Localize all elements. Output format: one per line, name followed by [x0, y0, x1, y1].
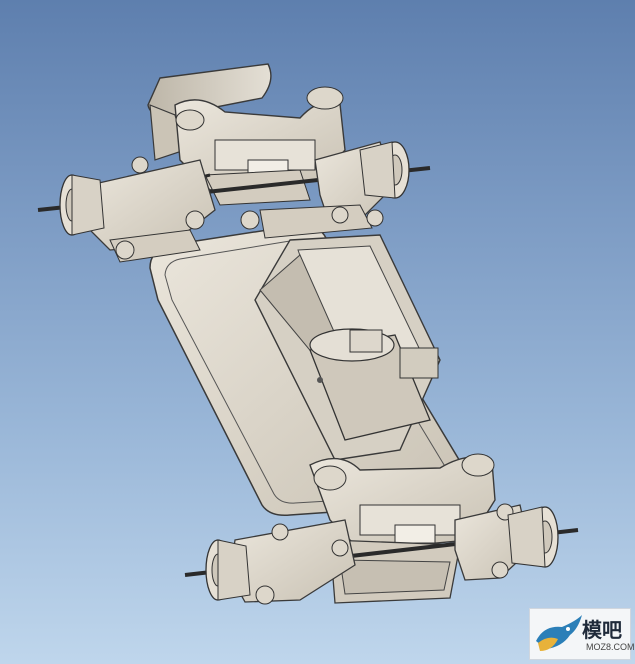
chassis-model[interactable]	[0, 0, 635, 664]
rear-right-wheel-hub	[359, 141, 410, 199]
front-left-wheel-hub	[205, 539, 251, 601]
watermark-title: 模吧	[582, 618, 622, 642]
site-watermark: 模吧 MOZ8.COM	[529, 608, 635, 660]
watermark-subtitle: MOZ8.COM	[586, 642, 635, 652]
front-right-wheel-hub	[507, 506, 559, 568]
rear-left-arm	[84, 156, 216, 263]
bird-logo-icon	[536, 615, 582, 651]
cad-viewport[interactable]	[0, 0, 635, 664]
rear-left-wheel-hub	[59, 174, 105, 236]
